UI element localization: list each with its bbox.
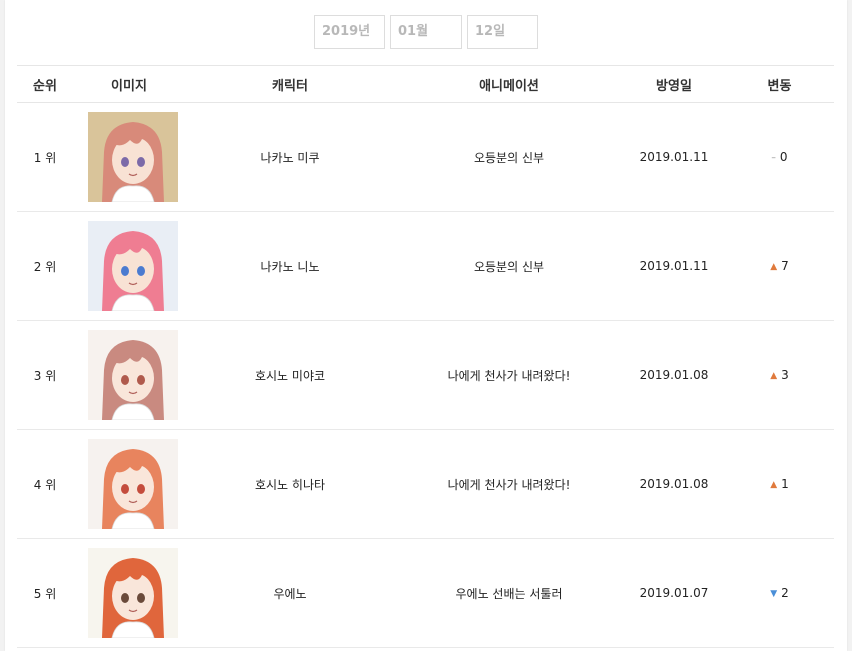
table-row[interactable]: 1 위 나카노 미쿠 오등분의 신부 2019.01.11 –0 xyxy=(17,103,834,212)
anime-title: 나에게 천사가 내려왔다! xyxy=(447,477,571,492)
change-cell: ▲ 3 xyxy=(725,321,834,430)
character-thumbnail[interactable] xyxy=(88,221,178,311)
change-arrow-icon: ▲ xyxy=(770,371,778,381)
air-date-cell: 2019.01.11 xyxy=(623,212,725,321)
rank-cell: 5 위 xyxy=(17,539,73,648)
rank-value: 4 위 xyxy=(33,477,57,492)
character-name: 우에노 xyxy=(273,586,307,601)
anime-title: 오등분의 신부 xyxy=(473,259,545,274)
character-name: 호시노 히나타 xyxy=(254,477,326,492)
table-row[interactable]: 4 위 호시노 히나타 나에게 천사가 내려왔다! 2019.01.08 ▲ 1 xyxy=(17,430,834,539)
header-rank: 순위 xyxy=(33,78,57,94)
character-cell: 호시노 히나타 xyxy=(185,430,395,539)
anime-cell: 우에노 선배는 서툴러 xyxy=(395,539,623,648)
character-cell: 나카노 미쿠 xyxy=(185,103,395,212)
change-value: 3 xyxy=(781,368,789,382)
change-arrow-icon: ▲ xyxy=(770,262,778,272)
image-cell xyxy=(73,103,185,212)
table-row[interactable]: 2 위 나카노 니노 오등분의 신부 2019.01.11 ▲ 7 xyxy=(17,212,834,321)
rank-change: ▲ 1 xyxy=(770,477,789,491)
anime-title: 우에노 선배는 서툴러 xyxy=(455,586,563,601)
air-date-cell: 2019.01.08 xyxy=(623,321,725,430)
ranking-card: 2019년 01월 12일 순위 이미지 캐릭터 애니메이션 방영일 변동 1 … xyxy=(5,0,847,651)
character-thumbnail[interactable] xyxy=(88,330,178,420)
day-select[interactable]: 12일 xyxy=(467,15,538,49)
table-body: 1 위 나카노 미쿠 오등분의 신부 2019.01.11 –0 2 위 나카노… xyxy=(17,103,834,648)
rank-change: –0 xyxy=(771,150,787,164)
date-selector: 2019년 01월 12일 xyxy=(5,15,847,51)
character-name: 나카노 니노 xyxy=(260,259,320,274)
character-thumbnail[interactable] xyxy=(88,548,178,638)
header-anime: 애니메이션 xyxy=(479,78,539,94)
air-date: 2019.01.11 xyxy=(639,150,709,164)
anime-cell: 오등분의 신부 xyxy=(395,103,623,212)
change-value: 2 xyxy=(781,586,789,600)
air-date: 2019.01.08 xyxy=(639,477,709,491)
header-air-date: 방영일 xyxy=(656,78,692,94)
image-cell xyxy=(73,539,185,648)
rank-value: 3 위 xyxy=(33,368,57,383)
anime-cell: 나에게 천사가 내려왔다! xyxy=(395,430,623,539)
change-cell: ▲ 1 xyxy=(725,430,834,539)
anime-title: 나에게 천사가 내려왔다! xyxy=(447,368,571,383)
change-value: 1 xyxy=(781,477,789,491)
rank-value: 5 위 xyxy=(33,586,57,601)
rank-cell: 2 위 xyxy=(17,212,73,321)
character-cell: 나카노 니노 xyxy=(185,212,395,321)
header-character: 캐릭터 xyxy=(272,78,308,94)
anime-cell: 오등분의 신부 xyxy=(395,212,623,321)
anime-cell: 나에게 천사가 내려왔다! xyxy=(395,321,623,430)
rank-value: 1 위 xyxy=(33,150,57,165)
change-value: 0 xyxy=(779,150,788,164)
rank-change: ▲ 7 xyxy=(770,259,789,273)
change-arrow-icon: – xyxy=(771,153,776,163)
rank-change: ▲ 3 xyxy=(770,368,789,382)
character-thumbnail[interactable] xyxy=(88,439,178,529)
month-select[interactable]: 01월 xyxy=(390,15,462,49)
change-value: 7 xyxy=(781,259,789,273)
air-date-cell: 2019.01.07 xyxy=(623,539,725,648)
anime-title: 오등분의 신부 xyxy=(473,150,545,165)
change-cell: ▲ 7 xyxy=(725,212,834,321)
air-date: 2019.01.07 xyxy=(639,586,709,600)
change-cell: –0 xyxy=(725,103,834,212)
air-date: 2019.01.08 xyxy=(639,368,709,382)
change-arrow-icon: ▼ xyxy=(770,589,778,599)
rank-value: 2 위 xyxy=(33,259,57,274)
rank-change: ▼ 2 xyxy=(770,586,789,600)
change-cell: ▼ 2 xyxy=(725,539,834,648)
year-select[interactable]: 2019년 xyxy=(314,15,385,49)
character-thumbnail[interactable] xyxy=(88,112,178,202)
character-cell: 우에노 xyxy=(185,539,395,648)
character-name: 호시노 미야코 xyxy=(254,368,326,383)
rank-cell: 3 위 xyxy=(17,321,73,430)
image-cell xyxy=(73,321,185,430)
air-date-cell: 2019.01.11 xyxy=(623,103,725,212)
air-date: 2019.01.11 xyxy=(639,259,709,273)
rank-cell: 4 위 xyxy=(17,430,73,539)
air-date-cell: 2019.01.08 xyxy=(623,430,725,539)
header-change: 변동 xyxy=(767,78,792,94)
character-cell: 호시노 미야코 xyxy=(185,321,395,430)
ranking-table: 순위 이미지 캐릭터 애니메이션 방영일 변동 1 위 나카노 미쿠 오등분의 … xyxy=(17,65,834,648)
table-row[interactable]: 5 위 우에노 우에노 선배는 서툴러 2019.01.07 ▼ 2 xyxy=(17,539,834,648)
rank-cell: 1 위 xyxy=(17,103,73,212)
table-row[interactable]: 3 위 호시노 미야코 나에게 천사가 내려왔다! 2019.01.08 ▲ 3 xyxy=(17,321,834,430)
character-name: 나카노 미쿠 xyxy=(260,150,320,165)
change-arrow-icon: ▲ xyxy=(770,480,778,490)
image-cell xyxy=(73,430,185,539)
image-cell xyxy=(73,212,185,321)
header-image: 이미지 xyxy=(111,78,147,94)
table-header-row: 순위 이미지 캐릭터 애니메이션 방영일 변동 xyxy=(17,65,834,103)
